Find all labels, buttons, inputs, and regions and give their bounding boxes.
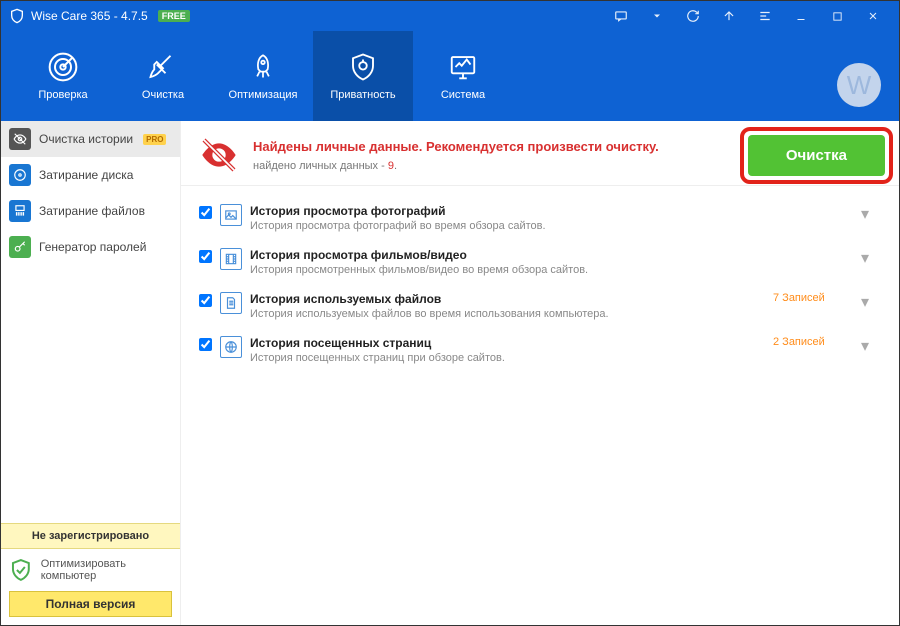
sidebar-item-label: Затирание диска [39,168,133,182]
item-title: История просмотра фотографий [250,204,765,218]
item-checkbox[interactable] [199,206,212,219]
close-button[interactable] [855,1,891,31]
summary-subtitle: найдено личных данных - 9. [253,160,791,172]
sidebar-item-password-gen[interactable]: Генератор паролей [1,229,180,265]
titlebar: Wise Care 365 - 4.7.5 FREE [1,1,899,31]
nav-label: Проверка [38,89,87,101]
free-badge: FREE [158,10,190,22]
list-item: История используемых файлов История испо… [199,284,881,328]
refresh-button[interactable] [675,1,711,31]
nav-label: Система [441,89,485,101]
item-checkbox[interactable] [199,294,212,307]
sidebar-item-file-shred[interactable]: Затирание файлов [1,193,180,229]
nav-optimize[interactable]: Оптимизация [213,31,313,121]
item-desc: История посещенных страниц при обзоре са… [250,352,765,364]
nav-privacy[interactable]: Приватность [313,31,413,121]
nav-label: Очистка [142,89,184,101]
summary-title: Найдены личные данные. Рекомендуется про… [253,139,791,154]
menu-button[interactable] [747,1,783,31]
privacy-shield-icon [347,51,379,83]
summary-bar: Найдены личные данные. Рекомендуется про… [181,121,899,186]
item-desc: История просмотра фотографий во время об… [250,220,765,232]
nav-label: Приватность [330,89,395,101]
chevron-down-icon[interactable]: ▾ [861,292,881,312]
privacy-warning-icon [199,135,239,175]
item-desc: История просмотренных фильмов/видео во в… [250,264,765,276]
image-icon [220,204,242,226]
navbar: Проверка Очистка Оптимизация Приватность… [1,31,899,121]
nav-check[interactable]: Проверка [13,31,113,121]
optimize-pc-label: Оптимизировать компьютер [41,558,172,582]
content: Найдены личные данные. Рекомендуется про… [181,121,899,625]
item-count: 2 Записей [773,336,853,348]
list-item: История просмотра фотографий История про… [199,196,881,240]
nav-clean[interactable]: Очистка [113,31,213,121]
avatar[interactable]: W [837,63,881,107]
chevron-down-icon[interactable]: ▾ [861,248,881,268]
item-title: История посещенных страниц [250,336,765,350]
chevron-down-icon[interactable]: ▾ [861,204,881,224]
sidebar-item-label: Затирание файлов [39,204,145,218]
pro-badge: PRO [143,134,166,145]
list-item: История просмотра фильмов/видео История … [199,240,881,284]
app-shield-icon [9,8,25,24]
item-title: История просмотра фильмов/видео [250,248,765,262]
maximize-button[interactable] [819,1,855,31]
dropdown-button[interactable] [639,1,675,31]
item-checkbox[interactable] [199,250,212,263]
sidebar-item-label: Генератор паролей [39,240,146,254]
document-icon [220,292,242,314]
rocket-icon [247,51,279,83]
shredder-icon [9,200,31,222]
sidebar-item-label: Очистка истории [39,132,133,146]
item-count: 7 Записей [773,292,853,304]
sidebar: Очистка истории PRO Затирание диска Зати… [1,121,181,625]
chevron-down-icon[interactable]: ▾ [861,336,881,356]
app-title: Wise Care 365 - 4.7.5 FREE [9,8,190,24]
optimize-pc-row[interactable]: Оптимизировать компьютер [1,549,180,591]
film-icon [220,248,242,270]
item-checkbox[interactable] [199,338,212,351]
unregistered-banner: Не зарегистрировано [1,523,180,549]
clean-button-highlight: Очистка [740,127,893,184]
disk-icon [9,164,31,186]
sidebar-item-disk-wipe[interactable]: Затирание диска [1,157,180,193]
eye-slash-icon [9,128,31,150]
full-version-button[interactable]: Полная версия [9,591,172,617]
opt-shield-icon [9,557,33,583]
upload-button[interactable] [711,1,747,31]
key-icon [9,236,31,258]
monitor-icon [447,51,479,83]
minimize-button[interactable] [783,1,819,31]
clean-button[interactable]: Очистка [748,135,885,176]
radar-icon [47,51,79,83]
app-name-text: Wise Care 365 - 4.7.5 [31,9,148,23]
nav-system[interactable]: Система [413,31,513,121]
nav-label: Оптимизация [229,89,298,101]
items-list: История просмотра фотографий История про… [181,186,899,382]
sidebar-item-history-clean[interactable]: Очистка истории PRO [1,121,180,157]
feedback-button[interactable] [603,1,639,31]
list-item: История посещенных страниц История посещ… [199,328,881,372]
item-title: История используемых файлов [250,292,765,306]
globe-icon [220,336,242,358]
item-desc: История используемых файлов во время исп… [250,308,765,320]
brush-icon [147,51,179,83]
